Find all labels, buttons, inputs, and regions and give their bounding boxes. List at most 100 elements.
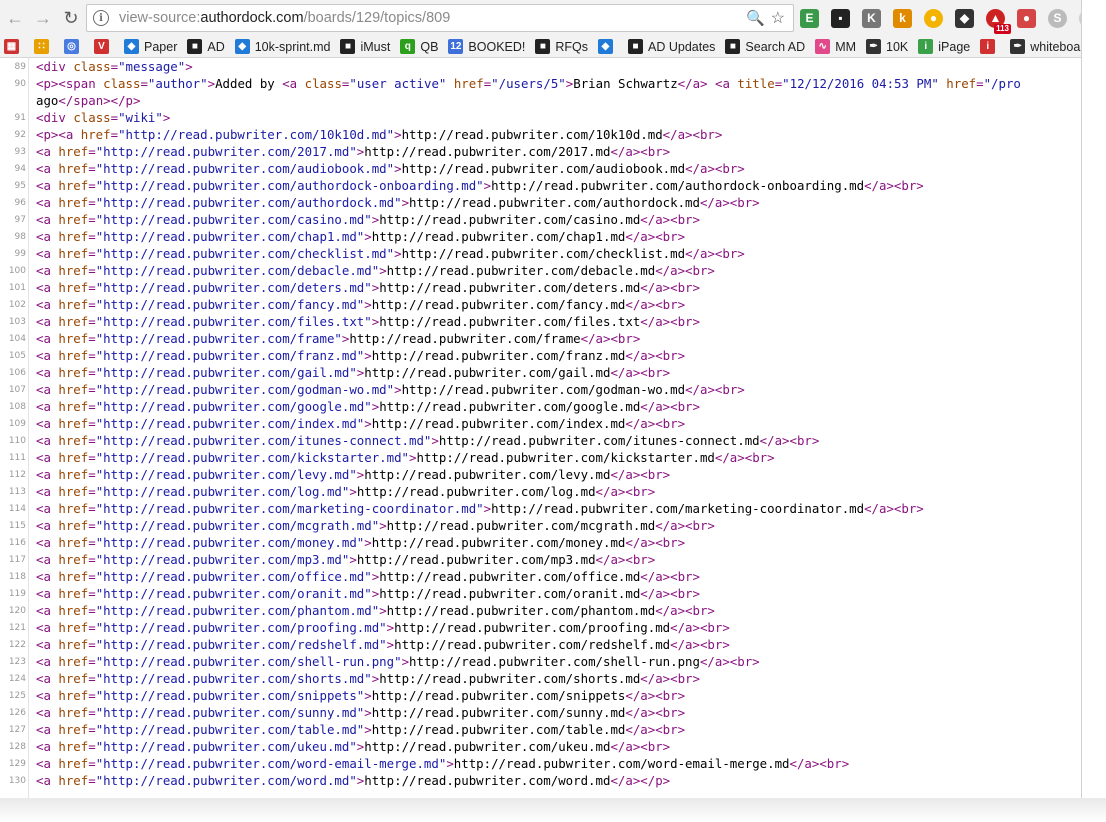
bookmark-item[interactable]: i iPage — [918, 37, 970, 57]
attribute-value[interactable]: "http://read.pubwriter.com/word.md" — [96, 773, 357, 788]
attribute-value[interactable]: "http://read.pubwriter.com/table.md" — [96, 722, 365, 737]
attribute-value[interactable]: "http://read.pubwriter.com/google.md" — [96, 399, 372, 414]
attribute-value[interactable]: "12/12/2016 04:53 PM" — [782, 76, 939, 91]
bookmark-item[interactable]: ◎ — [64, 37, 84, 57]
tag-token: > — [364, 705, 372, 720]
attribute-value[interactable]: "http://read.pubwriter.com/casino.md" — [96, 212, 372, 227]
tag-token: <a — [36, 280, 59, 295]
attribute-value[interactable]: "http://read.pubwriter.com/phantom.md" — [96, 603, 379, 618]
source-code: <a href="http://read.pubwriter.com/chap1… — [36, 228, 685, 245]
bookmark-item[interactable]: V — [94, 37, 114, 57]
attribute-value[interactable]: "http://read.pubwriter.com/authordock.md… — [96, 195, 402, 210]
attribute-value[interactable]: "http://read.pubwriter.com/debacle.md" — [96, 263, 379, 278]
bookmark-item[interactable]: ✒ whiteboa — [1010, 37, 1080, 57]
attribute-value[interactable]: "http://read.pubwriter.com/log.md" — [96, 484, 350, 499]
bookmark-item[interactable]: ∷ — [34, 37, 54, 57]
attribute-value[interactable]: "http://read.pubwriter.com/office.md" — [96, 569, 372, 584]
bookmark-item[interactable]: ■ AD Updates — [628, 37, 715, 57]
tag-token: > — [446, 756, 454, 771]
attribute-value[interactable]: "http://read.pubwriter.com/shell-run.png… — [96, 654, 402, 669]
tag-token: <a — [36, 212, 59, 227]
attribute-value[interactable]: "message" — [118, 59, 185, 74]
bookmark-item[interactable]: 12 BOOKED! — [448, 37, 525, 57]
bookmark-star-icon[interactable]: ☆ — [771, 8, 785, 28]
attribute-value[interactable]: "http://read.pubwriter.com/snippets" — [96, 688, 365, 703]
tag-token: <a — [36, 331, 59, 346]
bookmark-item[interactable]: ▦ — [4, 37, 24, 57]
attribute-value[interactable]: "http://read.pubwriter.com/2017.md" — [96, 144, 357, 159]
bookmark-item[interactable]: ∿ MM — [815, 37, 856, 57]
attribute-value[interactable]: "http://read.pubwriter.com/shorts.md" — [96, 671, 372, 686]
bookmark-item[interactable]: i — [980, 37, 1000, 57]
attribute-value[interactable]: "user active" — [349, 76, 446, 91]
attribute-value[interactable]: "http://read.pubwriter.com/audiobook.md" — [96, 161, 394, 176]
attribute-value[interactable]: "http://read.pubwriter.com/deters.md" — [96, 280, 372, 295]
attribute-value[interactable]: "http://read.pubwriter.com/oranit.md" — [96, 586, 372, 601]
attribute-value[interactable]: "http://read.pubwriter.com/money.md" — [96, 535, 365, 550]
bookmark-item[interactable]: q QB — [400, 37, 438, 57]
kindle-icon[interactable]: k — [893, 8, 912, 28]
attribute-value[interactable]: "author" — [148, 76, 208, 91]
attribute-value[interactable]: "http://read.pubwriter.com/10k10d.md" — [118, 127, 394, 142]
attribute-value[interactable]: "http://read.pubwriter.com/redshelf.md" — [96, 637, 387, 652]
attribute-value[interactable]: "http://read.pubwriter.com/godman-wo.md" — [96, 382, 394, 397]
zoom-icon[interactable]: 🔍 — [746, 9, 765, 27]
shield-icon[interactable]: ◆ — [955, 8, 974, 28]
attribute-value[interactable]: "http://read.pubwriter.com/chap1.md" — [96, 229, 365, 244]
attribute-value[interactable]: "http://read.pubwriter.com/index.md" — [96, 416, 365, 431]
attribute-value[interactable]: "http://read.pubwriter.com/mcgrath.md" — [96, 518, 379, 533]
bookmark-item[interactable]: ◆ 10k-sprint.md — [234, 37, 330, 57]
attribute-value[interactable]: "http://read.pubwriter.com/files.txt" — [96, 314, 372, 329]
attribute-value[interactable]: "http://read.pubwriter.com/authordock-on… — [96, 178, 484, 193]
evernote-icon[interactable]: E — [800, 8, 819, 28]
notes-icon[interactable]: ▪ — [831, 8, 850, 28]
reload-button[interactable]: ↻ — [58, 5, 84, 31]
attribute-value[interactable]: "/pro — [984, 76, 1021, 91]
info-icon[interactable]: i — [93, 10, 109, 26]
attribute-value[interactable]: "http://read.pubwriter.com/frame" — [96, 331, 342, 346]
attribute-value[interactable]: "wiki" — [118, 110, 163, 125]
bookmark-item[interactable]: ◆ — [598, 37, 618, 57]
bookmark-item[interactable]: ■ iMust — [340, 37, 390, 57]
globe-icon: ◎ — [64, 39, 79, 54]
bookmark-item[interactable]: ✒ 10K — [866, 37, 908, 57]
attribute-value[interactable]: "http://read.pubwriter.com/gail.md" — [96, 365, 357, 380]
line-number: 109 — [8, 419, 26, 429]
tag-token: > — [386, 620, 395, 635]
attribute-value[interactable]: "http://read.pubwriter.com/sunny.md" — [96, 705, 365, 720]
pen-icon: ✒ — [1010, 39, 1026, 54]
k-extension-icon[interactable]: K — [862, 8, 881, 28]
tag-token: <a — [36, 263, 59, 278]
attribute-value[interactable]: "/users/5" — [491, 76, 566, 91]
bookmark-item[interactable]: ◆ Paper — [124, 37, 177, 57]
notifications-icon[interactable]: ▲ 113 — [986, 8, 1011, 34]
bookmark-item[interactable]: ■ AD — [187, 37, 225, 57]
lastpass-icon[interactable]: ● — [1017, 8, 1036, 28]
attribute-value[interactable]: "http://read.pubwriter.com/kickstarter.m… — [96, 450, 409, 465]
skype-icon[interactable]: S — [1048, 8, 1067, 28]
attribute-value[interactable]: "http://read.pubwriter.com/itunes-connec… — [96, 433, 432, 448]
address-url[interactable]: view-source:authordock.com/boards/129/to… — [119, 10, 450, 26]
source-line: ago</span></p> — [0, 92, 1081, 109]
bookmark-item[interactable]: ■ RFQs — [535, 37, 588, 57]
bookmark-item[interactable]: ■ Search AD — [725, 37, 805, 57]
source-code: <a href="http://read.pubwriter.com/casin… — [36, 211, 700, 228]
source-line: 99 <a href="http://read.pubwriter.com/che… — [0, 245, 1081, 262]
notification-badge: 113 — [994, 23, 1011, 34]
tag-token: > — [431, 433, 439, 448]
attribute-value[interactable]: "http://read.pubwriter.com/levy.md" — [96, 467, 357, 482]
user-icon[interactable]: ● — [924, 8, 943, 28]
attribute-value[interactable]: "http://read.pubwriter.com/word-email-me… — [96, 756, 447, 771]
back-button[interactable]: ← — [2, 5, 28, 31]
attribute-value[interactable]: "http://read.pubwriter.com/ukeu.md" — [96, 739, 357, 754]
profile-icon[interactable] — [1079, 8, 1081, 28]
attribute-value[interactable]: "http://read.pubwriter.com/franz.md" — [96, 348, 365, 363]
address-bar[interactable]: i view-source:authordock.com/boards/129/… — [86, 4, 794, 32]
attribute-value[interactable]: "http://read.pubwriter.com/checklist.md" — [96, 246, 394, 261]
attribute-value[interactable]: "http://read.pubwriter.com/proofing.md" — [96, 620, 387, 635]
forward-button[interactable]: → — [30, 5, 56, 31]
attribute-value[interactable]: "http://read.pubwriter.com/fancy.md" — [96, 297, 365, 312]
attribute-value[interactable]: "http://read.pubwriter.com/mp3.md" — [96, 552, 350, 567]
attribute-value[interactable]: "http://read.pubwriter.com/marketing-coo… — [96, 501, 484, 516]
line-number: 100 — [8, 266, 26, 276]
